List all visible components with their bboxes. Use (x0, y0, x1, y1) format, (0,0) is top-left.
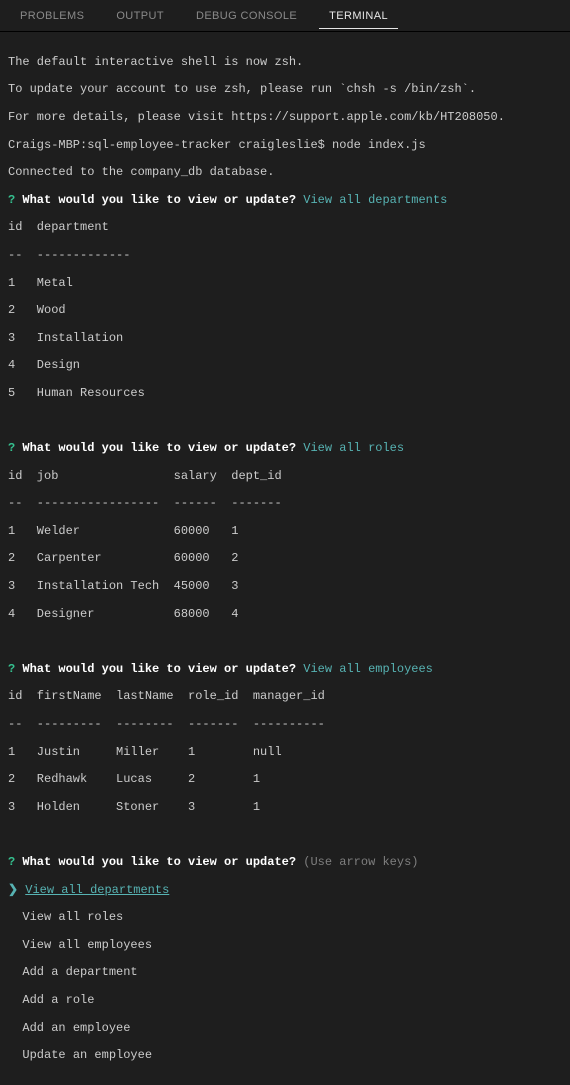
table-sep: -- ------------- (8, 249, 562, 263)
table-row: 4 Designer 68000 4 (8, 608, 562, 622)
menu-item[interactable]: Add a department (8, 966, 562, 980)
tab-debug-console[interactable]: DEBUG CONSOLE (186, 2, 307, 29)
terminal-output[interactable]: The default interactive shell is now zsh… (0, 32, 570, 1085)
prompt-answer: View all roles (303, 441, 404, 455)
table-row: 3 Installation Tech 45000 3 (8, 580, 562, 594)
menu-item[interactable]: View all roles (8, 911, 562, 925)
prompt-answer: View all departments (303, 193, 447, 207)
prompt-line: ? What would you like to view or update?… (8, 194, 562, 208)
menu-item[interactable]: View all employees (8, 939, 562, 953)
prompt-qmark-icon: ? (8, 193, 15, 207)
menu-item-label: View all roles (22, 910, 123, 924)
blank-line (8, 635, 562, 649)
menu-item[interactable]: Add an employee (8, 1022, 562, 1036)
prompt-qmark-icon: ? (8, 855, 15, 869)
menu-item-label: Add an employee (22, 1021, 130, 1035)
table-header: id job salary dept_id (8, 470, 562, 484)
table-row: 3 Installation (8, 332, 562, 346)
prompt-question: What would you like to view or update? (22, 441, 296, 455)
table-row: 5 Human Resources (8, 387, 562, 401)
prompt-line: ? What would you like to view or update?… (8, 856, 562, 870)
menu-item-label: Add a role (22, 993, 94, 1007)
prompt-qmark-icon: ? (8, 662, 15, 676)
menu-item-label: Update an employee (22, 1048, 152, 1062)
inline-command: `chsh -s /bin/zsh` (339, 82, 469, 96)
prompt-question: What would you like to view or update? (22, 855, 296, 869)
menu-item-label: View all departments (25, 883, 169, 897)
shell-notice-line: The default interactive shell is now zsh… (8, 56, 562, 70)
menu-item-label: Add a department (22, 965, 137, 979)
prompt-qmark-icon: ? (8, 441, 15, 455)
panel-tabbar: PROBLEMS OUTPUT DEBUG CONSOLE TERMINAL (0, 0, 570, 32)
prompt-line: ? What would you like to view or update?… (8, 663, 562, 677)
menu-item[interactable]: Add a role (8, 994, 562, 1008)
prompt-line: ? What would you like to view or update?… (8, 442, 562, 456)
tab-output[interactable]: OUTPUT (106, 2, 174, 29)
shell-notice-line: To update your account to use zsh, pleas… (8, 83, 562, 97)
table-sep: -- ----------------- ------ ------- (8, 497, 562, 511)
table-row: 1 Metal (8, 277, 562, 291)
support-url: https://support.apple.com/kb/HT208050 (231, 110, 497, 124)
table-row: 1 Welder 60000 1 (8, 525, 562, 539)
table-row: 2 Redhawk Lucas 2 1 (8, 773, 562, 787)
table-row: 4 Design (8, 359, 562, 373)
prompt-question: What would you like to view or update? (22, 662, 296, 676)
table-row: 2 Carpenter 60000 2 (8, 552, 562, 566)
caret-icon: ❯ (8, 883, 18, 897)
shell-prompt-line: Craigs-MBP:sql-employee-tracker craigles… (8, 139, 562, 153)
blank-line (8, 415, 562, 429)
prompt-question: What would you like to view or update? (22, 193, 296, 207)
blank-line (8, 828, 562, 842)
menu-item-selected[interactable]: ❯ View all departments (8, 884, 562, 898)
tab-problems[interactable]: PROBLEMS (10, 2, 94, 29)
db-connected-line: Connected to the company_db database. (8, 166, 562, 180)
menu-item-label: View all employees (22, 938, 152, 952)
prompt-hint: (Use arrow keys) (303, 855, 418, 869)
table-header: id department (8, 221, 562, 235)
tab-terminal[interactable]: TERMINAL (319, 2, 398, 30)
menu-item[interactable]: Update an employee (8, 1049, 562, 1063)
shell-notice-line: For more details, please visit https://s… (8, 111, 562, 125)
table-row: 3 Holden Stoner 3 1 (8, 801, 562, 815)
table-header: id firstName lastName role_id manager_id (8, 690, 562, 704)
prompt-answer: View all employees (303, 662, 433, 676)
table-row: 1 Justin Miller 1 null (8, 746, 562, 760)
table-sep: -- --------- -------- ------- ---------- (8, 718, 562, 732)
table-row: 2 Wood (8, 304, 562, 318)
